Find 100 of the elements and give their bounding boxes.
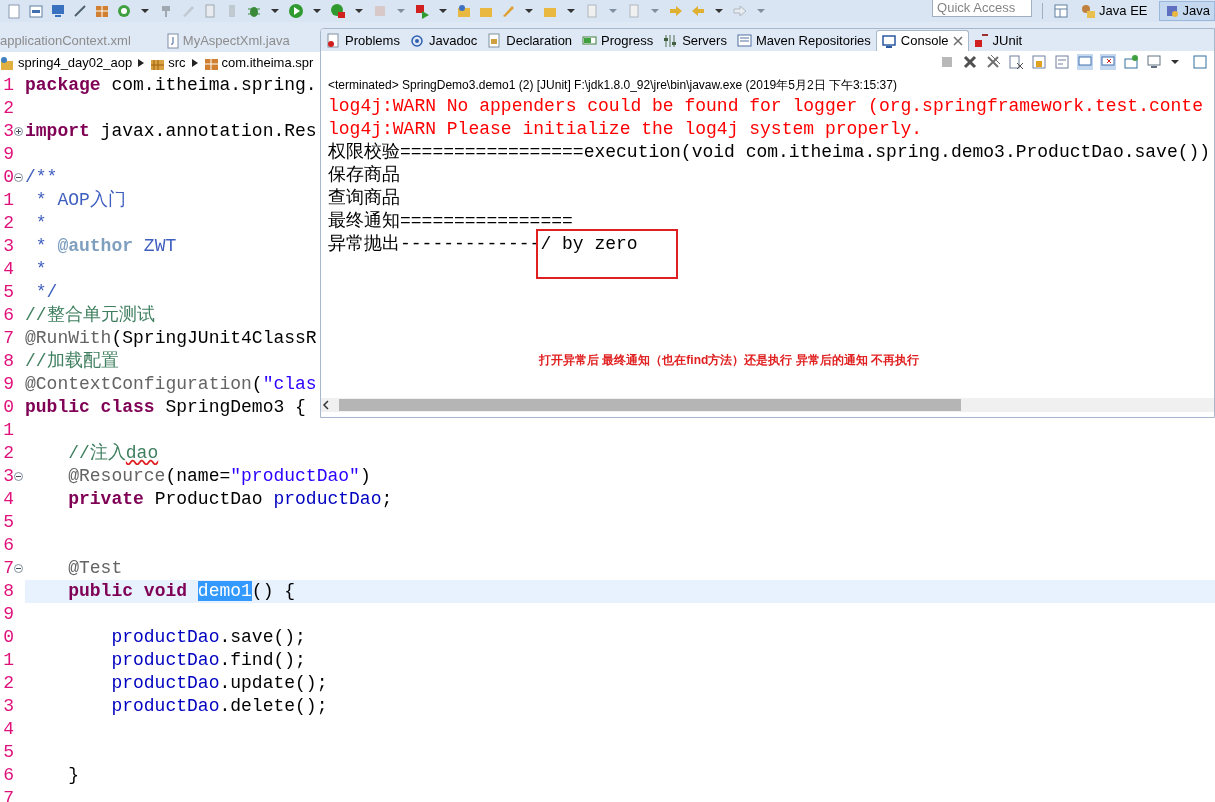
- line-number: 5: [2, 741, 14, 764]
- code-line: productDao.update();: [110, 672, 328, 695]
- collapse-icon[interactable]: [14, 564, 23, 573]
- line-number: 8: [2, 350, 14, 373]
- line-number: 9: [2, 373, 14, 396]
- console-line: 权限校验=================execution(void com.itheima.spring.demo3.ProductDao.save()): [328, 141, 1212, 164]
- chevron-icon: [137, 58, 146, 68]
- scroll-lock-icon[interactable]: [1031, 54, 1047, 70]
- word-wrap-icon[interactable]: [1054, 54, 1070, 70]
- line-number: 5: [2, 511, 14, 534]
- package-icon[interactable]: [94, 3, 110, 19]
- show-output-icon[interactable]: [1077, 54, 1093, 70]
- line-number: 0: [2, 626, 14, 649]
- clear-icon[interactable]: [1008, 54, 1024, 70]
- display-console-icon[interactable]: [1146, 54, 1162, 70]
- code-line: productDao.find();: [110, 649, 306, 672]
- console-line: 保存商品: [328, 164, 401, 187]
- chevron-left-icon[interactable]: [321, 400, 331, 410]
- code-line: * AOP入门: [34, 189, 126, 212]
- line-number: 1: [2, 649, 14, 672]
- code-line: public class SpringDemo3 {: [25, 396, 306, 419]
- document-icon[interactable]: [6, 3, 22, 19]
- line-number: 6: [2, 304, 14, 327]
- breadcrumb-item[interactable]: com.itheima.spr: [203, 53, 314, 73]
- console-line: log4j:WARN No appenders could be found for logger (org.springframework.test.conte: [328, 95, 1204, 118]
- chevron-icon: [190, 58, 199, 68]
- view-tab[interactable]: Javadoc: [404, 30, 483, 51]
- console-line: 最终通知================: [328, 210, 574, 233]
- line-number: 3: [2, 235, 14, 258]
- code-line: //注入dao: [67, 442, 159, 465]
- perspective-icon[interactable]: [1053, 3, 1070, 19]
- code-line: @RunWith(SpringJUnit4ClassR: [25, 327, 317, 350]
- line-number: 3: [2, 465, 14, 488]
- collapse-icon[interactable]: [14, 472, 23, 481]
- code-line: *: [34, 258, 47, 281]
- line-number: 9: [2, 603, 14, 626]
- code-line: productDao.delete();: [110, 695, 328, 718]
- view-tab[interactable]: Problems: [321, 30, 405, 51]
- folder-icon[interactable]: [456, 3, 472, 19]
- run-icon[interactable]: [330, 3, 346, 19]
- new-console-icon[interactable]: [1192, 54, 1208, 70]
- line-number: 2: [2, 212, 14, 235]
- play-icon[interactable]: [288, 3, 304, 19]
- view-tab[interactable]: Servers: [658, 30, 732, 51]
- line-number: 4: [2, 718, 14, 741]
- at-sign-icon: [409, 33, 425, 48]
- remove-all-icon[interactable]: [985, 54, 1001, 70]
- search-field[interactable]: Quick Access: [932, 0, 1033, 17]
- code-line: */: [34, 281, 58, 304]
- line-number: 2: [2, 672, 14, 695]
- breadcrumb-item[interactable]: spring4_day02_aop: [0, 53, 133, 73]
- perspective-button[interactable]: Java: [1158, 1, 1215, 21]
- repository-icon: [736, 33, 752, 48]
- servers-icon: [663, 33, 679, 48]
- line-number: 9: [2, 143, 14, 166]
- view-tab[interactable]: JUnit: [968, 30, 1028, 51]
- console-line: 查询商品: [328, 187, 401, 210]
- scrollbar-thumb[interactable]: [339, 399, 961, 411]
- view-tab[interactable]: Declaration: [482, 30, 578, 51]
- breadcrumb-item[interactable]: src: [150, 53, 186, 73]
- perspective-button[interactable]: Java EE: [1075, 1, 1153, 21]
- close-icon[interactable]: [952, 36, 963, 46]
- view-tab[interactable]: Progress: [577, 30, 659, 51]
- server-icon[interactable]: [414, 3, 430, 19]
- collapse-icon[interactable]: [14, 173, 23, 182]
- progress-icon: [582, 33, 598, 48]
- line-number: 2: [2, 442, 14, 465]
- junit-icon: [973, 33, 989, 48]
- refresh-icon[interactable]: [116, 3, 132, 19]
- monitor-icon[interactable]: [50, 3, 66, 19]
- view-tab[interactable]: Maven Repositories: [731, 30, 876, 51]
- line-number: 3: [2, 120, 14, 143]
- globe-icon: [1080, 3, 1097, 19]
- line-number: 7: [2, 327, 14, 350]
- line-number: 5: [2, 281, 14, 304]
- code-line: * @author ZWT: [34, 235, 177, 258]
- line-number: 4: [2, 258, 14, 281]
- show-error-icon[interactable]: [1100, 54, 1116, 70]
- console-line: log4j:WARN Please initialize the log4j system properly.: [328, 118, 924, 141]
- code-line: private ProductDao productDao;: [67, 488, 393, 511]
- code-line: import javax.annotation.Res: [25, 120, 317, 143]
- view-tab[interactable]: Console: [875, 30, 969, 51]
- remove-icon[interactable]: [962, 54, 978, 70]
- run-status: <terminated> SpringDemo3.demo1 (2) [JUnit] F:\jdk1.8.0_92\jre\bin\javaw.exe (2019年5月2日 下午3:15:37): [328, 78, 898, 92]
- code-line: }: [67, 764, 79, 787]
- error-list-icon: [326, 33, 341, 48]
- code-line: @Test: [67, 557, 123, 580]
- stop-icon[interactable]: [939, 54, 955, 70]
- binary-icon[interactable]: [28, 3, 44, 19]
- line-number: 0: [2, 166, 14, 189]
- line-number: 2: [2, 97, 14, 120]
- scrollbar[interactable]: [321, 398, 1214, 412]
- line-number: 1: [2, 189, 14, 212]
- expand-icon[interactable]: [14, 127, 23, 136]
- code-line: public void demo1() {: [67, 580, 296, 603]
- declaration-icon: [487, 33, 503, 48]
- pin-console-icon[interactable]: [1123, 54, 1139, 70]
- pencil-icon[interactable]: [500, 3, 516, 19]
- code-line: @Resource(name="productDao"): [67, 465, 371, 488]
- java-file-icon: [166, 33, 179, 49]
